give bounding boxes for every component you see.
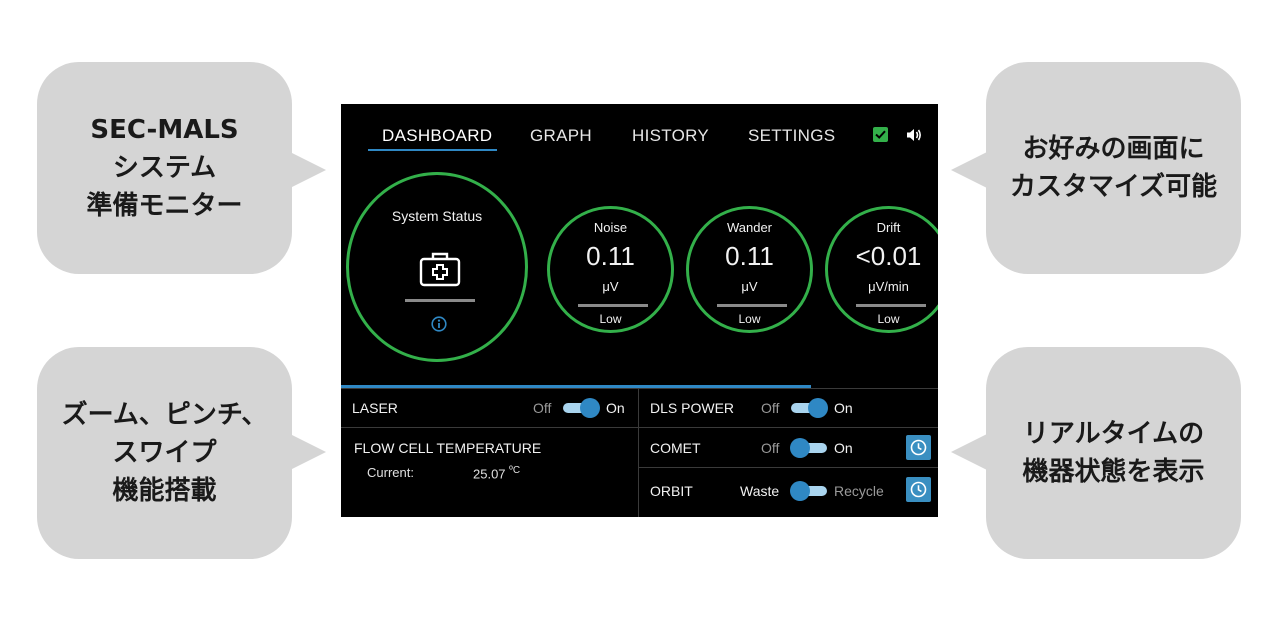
callout-system-monitor: SEC-MALS システム 準備モニター xyxy=(37,62,292,274)
current-label: Current: xyxy=(367,465,414,480)
orbit-label: ORBIT xyxy=(650,483,693,499)
laser-toggle[interactable] xyxy=(563,398,600,418)
active-tab-indicator xyxy=(368,149,497,151)
medical-kit-icon xyxy=(419,251,461,287)
drift-gauge[interactable]: Drift <0.01 μV/min Low xyxy=(825,206,938,333)
callout-line: リアルタイムの xyxy=(1022,419,1205,449)
callout-pointer xyxy=(290,152,326,188)
gauge-value: <0.01 xyxy=(855,241,922,271)
laser-label: LASER xyxy=(352,400,398,416)
tab-history[interactable]: HISTORY xyxy=(632,126,709,146)
callout-realtime-status: リアルタイムの 機器状態を表示 xyxy=(986,347,1241,559)
callout-pointer xyxy=(290,434,326,470)
gauge-name: Noise xyxy=(593,220,628,235)
system-status-gauge[interactable]: System Status xyxy=(346,172,528,362)
system-status-title: System Status xyxy=(391,208,483,224)
toggle-knob xyxy=(790,481,810,501)
callout-gestures: ズーム、ピンチ、 スワイプ 機能搭載 xyxy=(37,347,292,559)
device-screen: DASHBOARD GRAPH HISTORY SETTINGS System … xyxy=(341,104,938,517)
clock-icon xyxy=(910,439,927,456)
gauge-value: 0.11 xyxy=(725,241,774,271)
callout-line: 準備モニター xyxy=(86,191,243,221)
gauge-bar xyxy=(856,304,926,307)
gauge-bar xyxy=(717,304,787,307)
gauge-level: Low xyxy=(738,312,761,326)
gauge-level: Low xyxy=(599,312,622,326)
gauge-value: 0.11 xyxy=(586,241,635,271)
tab-settings[interactable]: SETTINGS xyxy=(748,126,835,146)
current-temperature-value: 25.07 ºC xyxy=(473,465,520,481)
dls-power-off-label: Off xyxy=(761,400,780,416)
temperature-value: 25.07 xyxy=(473,466,506,482)
callout-line: 機器状態を表示 xyxy=(1022,457,1205,487)
checkbox-checked-icon[interactable] xyxy=(873,127,888,142)
gauge-level: Low xyxy=(877,312,900,326)
laser-on-label: On xyxy=(606,400,625,416)
speaker-icon[interactable] xyxy=(905,126,923,144)
callout-line: スワイプ xyxy=(112,438,217,468)
divider xyxy=(341,427,638,428)
toggle-knob xyxy=(580,398,600,418)
callout-pointer xyxy=(951,152,987,188)
gauge-name: Wander xyxy=(726,220,773,235)
tab-graph[interactable]: GRAPH xyxy=(530,126,592,146)
status-bar xyxy=(405,299,475,302)
divider xyxy=(638,467,938,468)
comet-schedule-button[interactable] xyxy=(906,435,931,460)
gauge-name: Drift xyxy=(876,220,901,235)
comet-off-label: Off xyxy=(761,440,780,456)
comet-toggle[interactable] xyxy=(790,438,827,458)
divider xyxy=(638,427,938,428)
orbit-recycle-label: Recycle xyxy=(834,483,884,499)
callout-pointer xyxy=(951,434,987,470)
gauge-unit: μV/min xyxy=(868,279,909,294)
temperature-unit: ºC xyxy=(509,465,521,476)
callout-line: システム xyxy=(112,153,217,183)
comet-label: COMET xyxy=(650,440,701,456)
wander-gauge[interactable]: Wander 0.11 μV Low xyxy=(686,206,813,333)
dls-power-toggle[interactable] xyxy=(791,398,828,418)
info-icon[interactable] xyxy=(431,316,447,332)
dls-power-label: DLS POWER xyxy=(650,400,735,416)
callout-line: カスタマイズ可能 xyxy=(1009,172,1218,202)
orbit-schedule-button[interactable] xyxy=(906,477,931,502)
divider xyxy=(638,388,639,517)
gauge-unit: μV xyxy=(602,279,619,294)
callout-line: ズーム、ピンチ、 xyxy=(61,400,268,430)
callout-customizable: お好みの画面に カスタマイズ可能 xyxy=(986,62,1241,274)
callout-line: お好みの画面に xyxy=(1022,134,1205,164)
laser-off-label: Off xyxy=(533,400,552,416)
callout-line: 機能搭載 xyxy=(112,476,217,506)
callout-line: SEC-MALS xyxy=(90,115,239,145)
orbit-waste-label: Waste xyxy=(740,483,780,499)
clock-icon xyxy=(910,481,927,498)
toggle-knob xyxy=(808,398,828,418)
gauge-unit: μV xyxy=(741,279,758,294)
dls-power-on-label: On xyxy=(834,400,853,416)
toggle-knob xyxy=(790,438,810,458)
gauge-bar xyxy=(578,304,648,307)
tab-dashboard[interactable]: DASHBOARD xyxy=(382,126,492,146)
orbit-toggle[interactable] xyxy=(790,481,827,501)
flow-cell-temperature-label: FLOW CELL TEMPERATURE xyxy=(354,440,542,456)
divider xyxy=(341,388,938,389)
noise-gauge[interactable]: Noise 0.11 μV Low xyxy=(547,206,674,333)
comet-on-label: On xyxy=(834,440,853,456)
